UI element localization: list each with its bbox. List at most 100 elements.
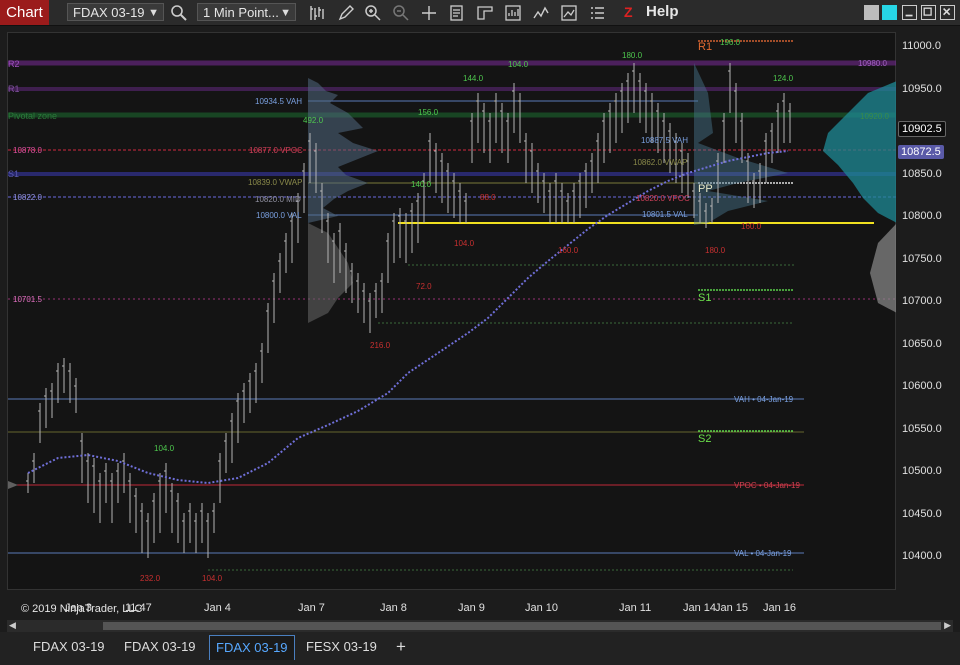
swing-high-label: 180.0 xyxy=(622,51,643,60)
swing-low-label: 104.0 xyxy=(202,574,223,583)
r1-label: R1 xyxy=(698,41,712,53)
horizontal-scrollbar[interactable]: ◀ ▶ xyxy=(7,620,953,632)
price-tick-label: 10450.0 xyxy=(902,507,942,520)
draw-icon[interactable] xyxy=(337,4,355,22)
volume-profile-left xyxy=(8,481,18,489)
time-tick-label: Jan 4 xyxy=(204,602,231,614)
time-tick-label: Jan 14 xyxy=(683,602,717,614)
vpoc-label-2: 10820.0 VPOC xyxy=(636,194,690,203)
volume-profile-jan7 xyxy=(308,78,378,223)
help-menu[interactable]: Help xyxy=(646,3,679,20)
zlogo-icon: Z xyxy=(624,4,633,20)
swing-low-label: 232.0 xyxy=(140,574,161,583)
chevron-down-icon: ▼ xyxy=(280,7,291,19)
swing-high-label: 104.0 xyxy=(508,60,529,69)
old-val-label: VAL • 04-Jan-19 xyxy=(734,549,792,558)
chart-plot-area[interactable]: 492.0 156.0 144.0 104.0 180.0 196.0 124.0 140.0… xyxy=(7,32,897,615)
swing-low-label: 88.0 xyxy=(480,193,496,202)
price-tick-label: 10950.0 xyxy=(902,82,942,95)
pp-label: PP xyxy=(698,183,713,195)
time-tick-label: 11:47 xyxy=(125,602,152,614)
interval-selector[interactable]: 1 Min Point... ▼ xyxy=(197,3,296,21)
time-tick-label: Jan 7 xyxy=(298,602,325,614)
left-level-a: 10878.0 xyxy=(13,146,42,155)
bar-type-icon[interactable] xyxy=(308,4,326,22)
tab-fdax-1[interactable]: FDAX 03-19 xyxy=(27,635,111,659)
chart-window-tab[interactable]: Chart xyxy=(0,0,49,25)
price-tick-label: 10700.0 xyxy=(902,295,942,307)
vwap-label-1: 10839.0 VWAP xyxy=(248,178,302,187)
indicator-icon[interactable] xyxy=(532,4,550,22)
swing-low-label: 180.0 xyxy=(705,246,726,255)
chart-toolbar: Chart FDAX 03-19 ▼ 1 Min Point... ▼ Z He… xyxy=(0,0,960,26)
swing-high-label: 144.0 xyxy=(463,74,484,83)
right-level-top: 10980.0 xyxy=(858,59,887,68)
swing-low-label: 160.0 xyxy=(741,222,762,231)
instrument-selector[interactable]: FDAX 03-19 ▼ xyxy=(67,3,164,21)
price-tick-label: 11000.0 xyxy=(902,40,941,52)
tab-fdax-2[interactable]: FDAX 03-19 xyxy=(118,635,202,659)
color-swatch-gray[interactable] xyxy=(864,5,879,20)
swing-high-label: 196.0 xyxy=(720,38,741,47)
r1-zone-label: R1 xyxy=(8,84,20,94)
tab-fesx[interactable]: FESX 03-19 xyxy=(300,635,383,659)
time-tick-label: Jan 8 xyxy=(380,602,407,614)
time-tick-label: Jan 10 xyxy=(525,602,559,614)
time-tick-label: Jan 15 xyxy=(715,602,749,614)
price-tick-label: 10650.0 xyxy=(902,337,942,350)
price-tick-label: 10750.0 xyxy=(902,252,942,265)
chart-tabs-bar: FDAX 03-19 FDAX 03-19 FDAX 03-19 FESX 03… xyxy=(0,632,960,665)
close-button[interactable] xyxy=(940,5,955,20)
swing-high-label: 492.0 xyxy=(303,116,324,125)
r2-zone-label: R2 xyxy=(8,59,20,69)
vah-label-1: 10934.5 VAH xyxy=(255,97,302,106)
current-price-marker: 10872.5 xyxy=(898,145,944,159)
price-tick-label: 10600.0 xyxy=(902,380,942,392)
scroll-left-arrow-icon[interactable]: ◀ xyxy=(9,620,16,631)
add-tab-button[interactable]: + xyxy=(390,635,412,659)
color-swatch-cyan[interactable] xyxy=(882,5,897,20)
crosshair-icon[interactable] xyxy=(420,4,438,22)
time-axis[interactable]: Jan 3 11:47 Jan 4 Jan 7 Jan 8 Jan 9 Jan 10 Jan … xyxy=(7,590,896,620)
price-tick-label: 10400.0 xyxy=(902,550,942,562)
search-icon[interactable] xyxy=(170,4,188,22)
s1-label: S1 xyxy=(698,292,711,304)
mid-label-1: 10820.0 MID xyxy=(255,195,301,204)
swing-low-label: 104.0 xyxy=(454,239,475,248)
price-chart: 492.0 156.0 144.0 104.0 180.0 196.0 124.0 140.0… xyxy=(8,38,897,583)
strategy-icon[interactable] xyxy=(504,4,522,22)
vah-label-2: 10887.5 VAH xyxy=(641,136,688,145)
time-tick-label: Jan 11 xyxy=(619,602,652,614)
swing-high-label: 104.0 xyxy=(154,444,175,453)
zoom-in-icon[interactable] xyxy=(364,4,382,22)
swing-low-label: 216.0 xyxy=(370,341,391,350)
old-vah-label: VAH • 04-Jan-19 xyxy=(734,395,794,404)
old-vpoc-label: VPOC • 04-Jan-19 xyxy=(734,481,800,490)
vwap-label-2: 10862.0 VWAP xyxy=(633,158,687,167)
minimize-button[interactable] xyxy=(902,5,917,20)
template-icon[interactable] xyxy=(560,4,578,22)
left-level-c: 10701.5 xyxy=(13,295,42,304)
maximize-button[interactable] xyxy=(921,5,936,20)
scroll-right-arrow-icon[interactable]: ▶ xyxy=(944,620,951,631)
val-label-2: 10801.5 VAL xyxy=(642,210,688,219)
zoom-out-icon[interactable] xyxy=(392,4,410,22)
swing-high-label: 140.0 xyxy=(411,180,432,189)
list-icon[interactable] xyxy=(588,4,606,22)
time-tick-label: Jan 9 xyxy=(458,602,485,614)
left-level-b: 10822.0 xyxy=(13,193,42,202)
instrument-value: FDAX 03-19 xyxy=(73,5,145,20)
s2-label: S2 xyxy=(698,433,711,445)
right-level-mid: 10920.0 xyxy=(860,112,889,121)
s-zone-label: S1 xyxy=(8,169,19,179)
price-tick-label: 10500.0 xyxy=(902,465,942,477)
swing-low-label: 72.0 xyxy=(416,282,432,291)
data-box-icon[interactable] xyxy=(476,4,494,22)
properties-icon[interactable] xyxy=(448,4,466,22)
pivotal-zone-label: Pivotal zone xyxy=(8,111,57,121)
scroll-thumb[interactable] xyxy=(103,622,941,630)
volume-profile-right xyxy=(823,81,897,223)
interval-value: 1 Min Point... xyxy=(203,5,279,20)
tab-fdax-active[interactable]: FDAX 03-19 xyxy=(209,635,295,660)
price-axis[interactable]: 11000.010950.010900.010850.010800.010750… xyxy=(896,32,960,590)
